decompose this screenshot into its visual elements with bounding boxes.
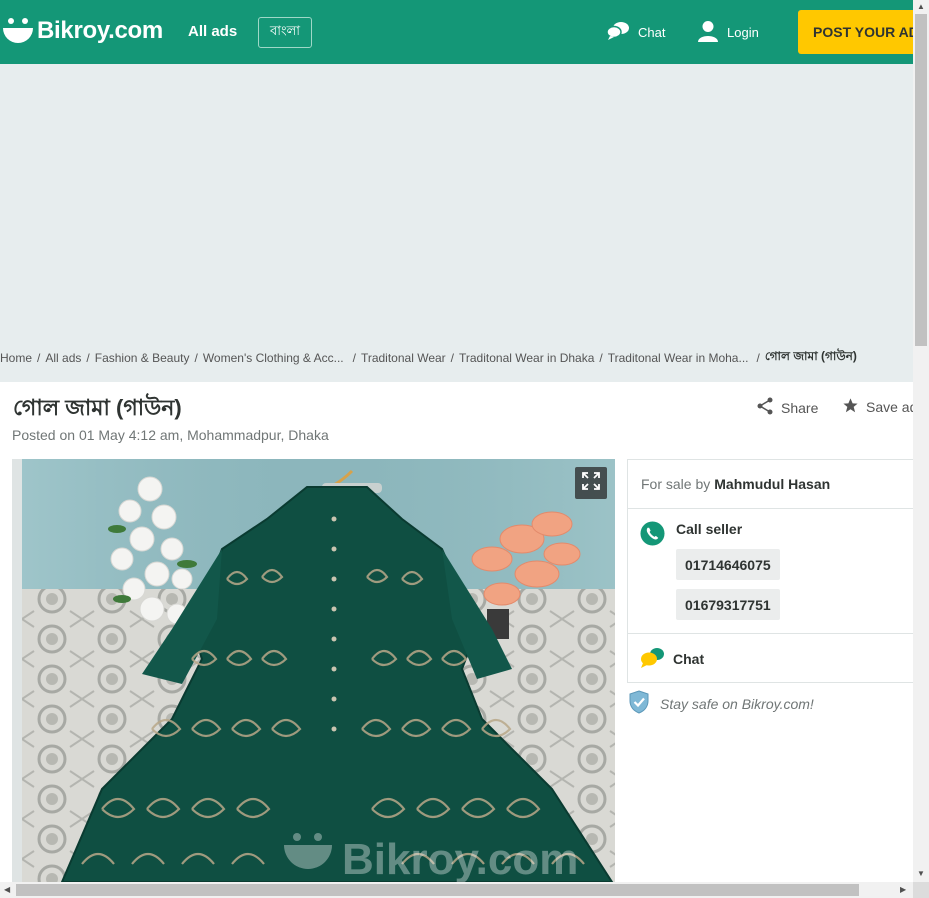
vertical-scrollbar[interactable]: ▲ ▼ <box>913 0 929 882</box>
call-seller-label: Call seller <box>676 521 743 537</box>
chat-with-seller-row[interactable]: Chat <box>628 634 913 682</box>
image-watermark: Bikroy.com <box>342 835 578 882</box>
site-logo[interactable]: Bikroy.com <box>2 14 163 48</box>
safety-tips-link[interactable]: Stay safe on Bikroy.com! <box>628 690 814 717</box>
breadcrumb-separator: / <box>450 351 454 365</box>
scroll-up-arrow-icon[interactable]: ▲ <box>917 3 925 11</box>
breadcrumb-separator: / <box>756 351 760 365</box>
seller-card: For sale by Mahmudul Hasan Call seller 0… <box>627 459 913 683</box>
breadcrumb-separator: / <box>37 351 41 365</box>
star-icon <box>842 397 859 417</box>
breadcrumb-separator: / <box>194 351 198 365</box>
ad-detail-panel: গোল জামা (গাউন) Posted on 01 May 4:12 am… <box>0 382 917 882</box>
ad-image-gallery[interactable]: Bikroy.com <box>12 459 615 882</box>
breadcrumb-traditional-wear[interactable]: Traditonal Wear <box>361 351 446 365</box>
scroll-left-arrow-icon[interactable]: ◀ <box>4 886 10 894</box>
chat-bubbles-icon <box>606 21 630 44</box>
breadcrumb: Home / All ads / Fashion & Beauty / Wome… <box>0 348 913 368</box>
ad-posted-meta: Posted on 01 May 4:12 am, Mohammadpur, D… <box>12 427 329 443</box>
phone-icon <box>640 521 665 551</box>
seller-name[interactable]: Mahmudul Hasan <box>714 476 830 492</box>
breadcrumb-separator: / <box>352 351 356 365</box>
header-chat-link[interactable]: Chat <box>606 21 665 44</box>
phone-number-2[interactable]: 01679317751 <box>676 589 780 620</box>
fullscreen-expand-button[interactable] <box>575 467 607 499</box>
share-label: Share <box>781 399 819 416</box>
for-sale-by-label: For sale by <box>641 476 711 492</box>
header-login-label: Login <box>727 25 759 40</box>
horizontal-scrollbar-thumb[interactable] <box>16 884 859 896</box>
header-chat-label: Chat <box>638 25 666 40</box>
chat-bubbles-icon <box>640 647 665 674</box>
breadcrumb-traditional-wear-dhaka[interactable]: Traditonal Wear in Dhaka <box>459 351 594 365</box>
language-toggle-button[interactable]: বাংলা <box>258 17 312 48</box>
post-your-ad-button[interactable]: POST YOUR AD <box>798 10 913 54</box>
scroll-right-arrow-icon[interactable]: ▶ <box>900 886 906 894</box>
breadcrumb-current: গোল জামা (গাউন) <box>764 349 857 363</box>
breadcrumb-separator: / <box>599 351 603 365</box>
phone-number-1[interactable]: 01714646075 <box>676 549 780 580</box>
shield-check-icon <box>628 690 650 717</box>
breadcrumb-all-ads[interactable]: All ads <box>45 351 81 365</box>
call-seller-section: Call seller 01714646075 01679317751 <box>628 509 913 634</box>
scroll-down-arrow-icon[interactable]: ▼ <box>917 870 925 878</box>
horizontal-scrollbar[interactable]: ◀ ▶ <box>0 882 913 898</box>
nav-all-ads-link[interactable]: All ads <box>188 23 237 40</box>
vertical-scrollbar-thumb[interactable] <box>915 14 927 346</box>
share-icon <box>757 397 773 418</box>
breadcrumb-home[interactable]: Home <box>0 351 32 365</box>
ad-main-photo[interactable]: Bikroy.com <box>22 459 615 882</box>
top-header: Bikroy.com All ads বাংলা Chat Login POST… <box>0 0 913 64</box>
logo-smiley-icon <box>2 15 34 47</box>
breadcrumb-womens-clothing[interactable]: Women's Clothing & Acc... <box>203 351 344 365</box>
chat-label: Chat <box>673 651 705 667</box>
header-login-link[interactable]: Login <box>697 20 759 45</box>
scrollbar-corner <box>913 882 929 898</box>
share-button[interactable]: Share <box>757 397 818 418</box>
breadcrumb-traditional-wear-mohammadpur[interactable]: Traditonal Wear in Moha... <box>608 351 749 365</box>
user-icon <box>697 20 719 45</box>
save-ad-button[interactable]: Save ad <box>842 397 917 417</box>
expand-icon <box>582 471 600 495</box>
save-ad-label: Save ad <box>866 399 918 415</box>
safety-text: Stay safe on Bikroy.com! <box>660 695 814 712</box>
ad-title: গোল জামা (গাউন) <box>13 395 182 420</box>
seller-info-row: For sale by Mahmudul Hasan <box>628 460 913 509</box>
breadcrumb-separator: / <box>86 351 90 365</box>
breadcrumb-fashion-beauty[interactable]: Fashion & Beauty <box>95 351 190 365</box>
logo-text: Bikroy.com <box>37 17 163 44</box>
